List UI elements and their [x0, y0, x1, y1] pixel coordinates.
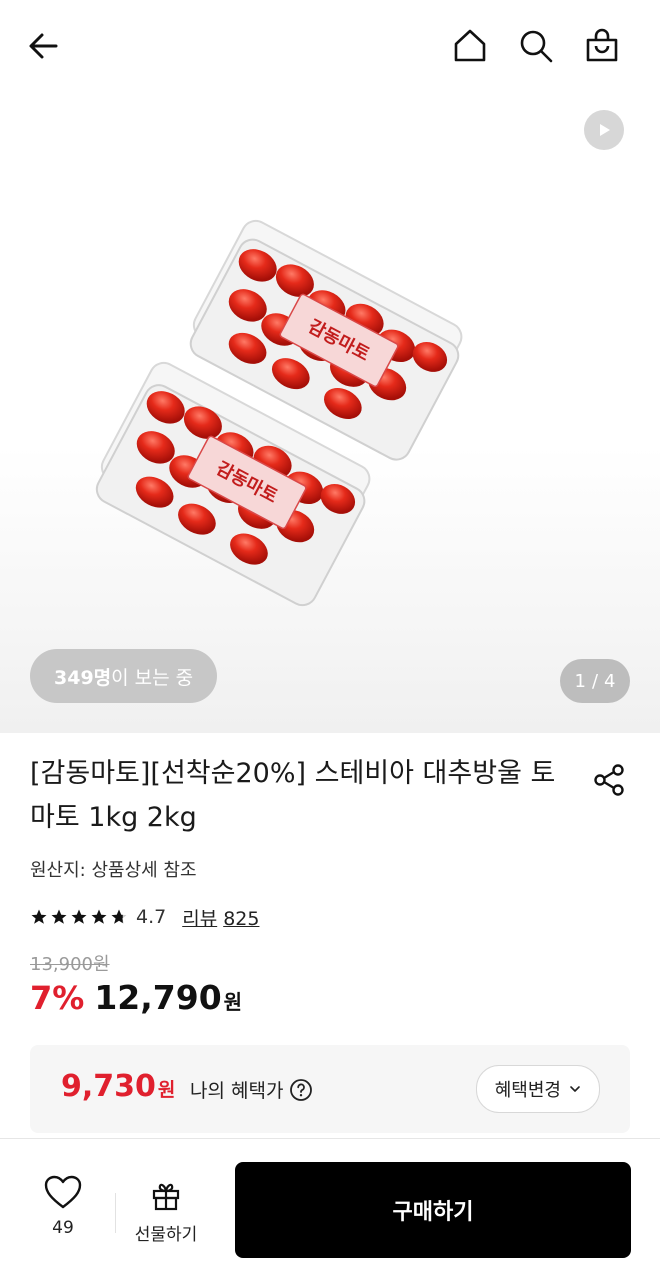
- pager-total: 4: [604, 670, 616, 692]
- buy-button[interactable]: 구매하기: [235, 1162, 631, 1258]
- star-icon: [91, 909, 107, 924]
- benefit-price-value: 9,730: [61, 1069, 156, 1104]
- share-icon[interactable]: [585, 756, 633, 804]
- divider: [0, 1138, 660, 1139]
- image-pager: 1 / 4: [560, 659, 630, 703]
- sale-price: 12,790: [94, 978, 222, 1017]
- product-photo: 감동마토 감동마토: [95, 219, 463, 607]
- gift-label: 선물하기: [134, 1225, 198, 1245]
- shopping-bag-icon[interactable]: [578, 22, 626, 70]
- benefit-change-label: 혜택변경: [494, 1080, 561, 1101]
- product-title: [감동마토][선착순20%] 스테비아 대추방울 토마토 1kg 2kg: [30, 758, 556, 833]
- benefit-label-text: 나의 혜택가: [190, 1080, 284, 1102]
- benefit-price: 9,730 원: [61, 1069, 175, 1104]
- benefit-label: 나의 혜택가: [190, 1076, 313, 1103]
- review-label: 리뷰: [182, 907, 218, 930]
- gift-icon: [152, 1183, 180, 1211]
- rating-row: 4.7 리뷰 825: [30, 902, 259, 932]
- viewers-badge: 349명 이 보는 중: [30, 649, 218, 703]
- price-row: 7% 12,790 원: [30, 978, 242, 1017]
- heart-icon: [44, 1175, 82, 1209]
- pager-current: 1: [574, 670, 586, 692]
- home-icon[interactable]: [446, 22, 494, 70]
- chevron-down-icon: [570, 1086, 580, 1092]
- star-icon: [71, 909, 87, 924]
- like-count: 49: [52, 1218, 74, 1238]
- review-link[interactable]: 리뷰 825: [182, 904, 259, 931]
- search-icon[interactable]: [512, 22, 560, 70]
- star-half-icon: [111, 909, 127, 924]
- origin-info: 원산지: 상품상세 참조: [30, 860, 197, 881]
- price-unit: 원: [223, 990, 243, 1014]
- like-button[interactable]: 49: [30, 1174, 96, 1246]
- viewers-count: 349명: [54, 666, 112, 689]
- discount-rate: 7%: [30, 979, 85, 1017]
- benefit-change-button[interactable]: 혜택변경: [475, 1065, 600, 1113]
- gift-button[interactable]: 선물하기: [124, 1180, 208, 1246]
- product-image-carousel[interactable]: 감동마토 감동마토 349명 이 보는 중 1 / 4: [0, 96, 660, 733]
- original-price: 13,900원: [30, 954, 110, 975]
- pager-separator: /: [591, 670, 599, 692]
- bottom-divider: [115, 1193, 116, 1233]
- top-bar: [0, 0, 660, 96]
- review-count: 825: [223, 907, 260, 930]
- viewers-suffix: 이 보는 중: [111, 666, 194, 689]
- star-icon: [31, 909, 47, 924]
- rating-stars: [30, 908, 128, 926]
- benefit-box: 9,730 원 나의 혜택가 혜택변경: [30, 1045, 630, 1133]
- back-arrow-icon[interactable]: [20, 22, 68, 70]
- help-icon[interactable]: [289, 1078, 313, 1102]
- star-icon: [51, 909, 67, 924]
- rating-value: 4.7: [136, 906, 167, 928]
- benefit-price-unit: 원: [157, 1079, 176, 1101]
